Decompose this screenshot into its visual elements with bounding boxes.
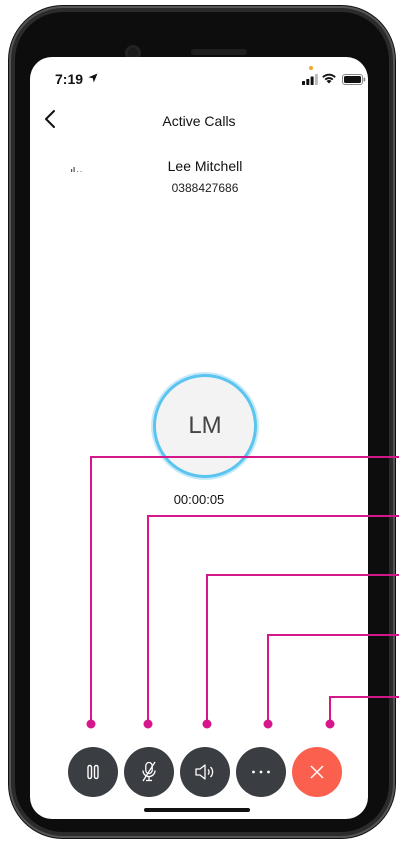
status-time: 7:19 xyxy=(55,71,84,87)
caller-name: Lee Mitchell xyxy=(167,158,243,174)
end-call-button[interactable] xyxy=(292,747,342,797)
speaker-icon xyxy=(195,764,214,780)
avatar-initials: LM xyxy=(188,412,222,439)
wifi-icon xyxy=(322,73,336,84)
home-indicator xyxy=(144,808,250,812)
caller-number: 0388427686 xyxy=(171,181,239,195)
call-duration: 00:00:05 xyxy=(173,492,225,507)
more-button[interactable] xyxy=(236,747,286,797)
earpiece-speaker xyxy=(191,49,247,55)
battery-icon xyxy=(342,74,366,85)
status-bar: 7:19 xyxy=(30,57,368,101)
avatar: LM xyxy=(153,374,257,478)
mute-button[interactable] xyxy=(124,747,174,797)
pause-icon xyxy=(87,764,99,780)
location-arrow-icon xyxy=(88,73,98,83)
more-icon xyxy=(252,770,270,774)
hold-button[interactable] xyxy=(68,747,118,797)
page-title: Active Calls xyxy=(162,113,236,129)
call-screen: 7:19 Active Calls Lee Mitchell 038842768… xyxy=(30,57,368,819)
microphone-muted-icon xyxy=(142,761,156,782)
speaker-button[interactable] xyxy=(180,747,230,797)
mic-in-use-indicator xyxy=(309,66,313,70)
close-icon xyxy=(310,765,324,779)
cellular-signal-icon xyxy=(302,74,318,85)
